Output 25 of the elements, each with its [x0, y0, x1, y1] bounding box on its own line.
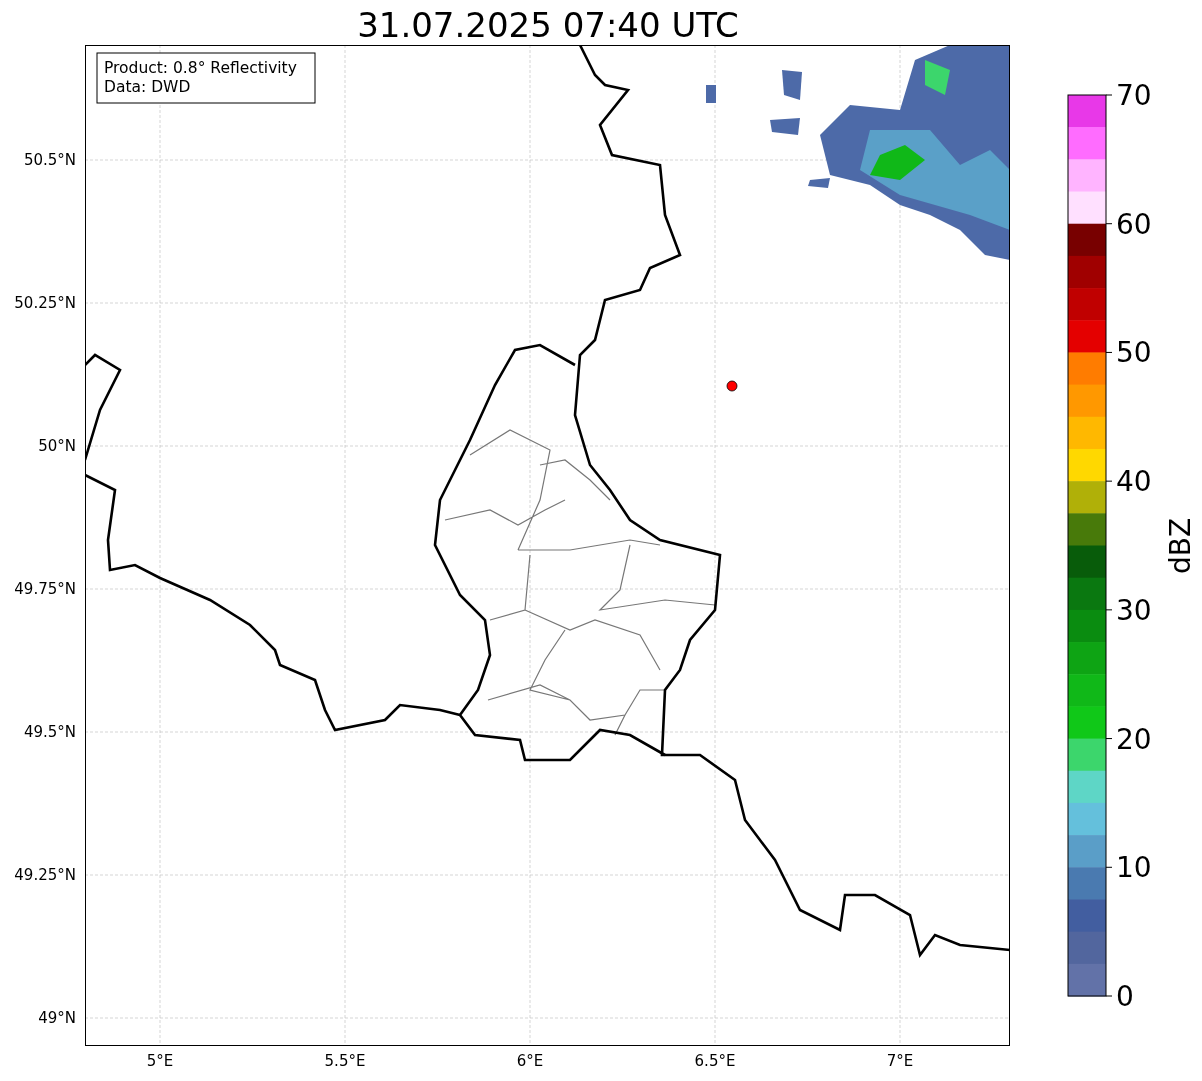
longitude-label: 6.5°E — [694, 1052, 736, 1070]
latitude-label: 49.75°N — [14, 580, 76, 598]
info-text: Product: 0.8° Reflectivity — [104, 59, 297, 77]
longitude-label: 7°E — [886, 1052, 914, 1070]
colorbar-tick-label: 60 — [1116, 207, 1152, 241]
longitude-label: 5.5°E — [324, 1052, 366, 1070]
latitude-label: 50.5°N — [23, 151, 76, 169]
latitude-label: 49.5°N — [23, 723, 76, 741]
colorbar-tick-label: 50 — [1116, 336, 1152, 370]
colorbar-tick-label: 20 — [1116, 722, 1152, 756]
chart-title: 31.07.2025 07:40 UTC — [357, 5, 739, 45]
latitude-label: 49°N — [38, 1009, 76, 1027]
longitude-label: 6°E — [516, 1052, 544, 1070]
latitude-label: 50.25°N — [14, 294, 76, 312]
latitude-label: 50°N — [38, 437, 76, 455]
colorbar-tick-label: 10 — [1116, 851, 1152, 885]
colorbar-tick-label: 30 — [1116, 593, 1152, 627]
colorbar-tick-label: 0 — [1116, 980, 1134, 1013]
colorbar-tick-label: 70 — [1116, 79, 1152, 112]
radar-site-marker — [726, 380, 738, 392]
colorbar-label: dBZ — [1164, 517, 1197, 575]
latitude-label: 49.25°N — [14, 866, 76, 884]
longitude-label: 5°E — [146, 1052, 174, 1070]
colorbar-tick-label: 40 — [1116, 465, 1152, 499]
info-text: Data: DWD — [104, 78, 191, 96]
